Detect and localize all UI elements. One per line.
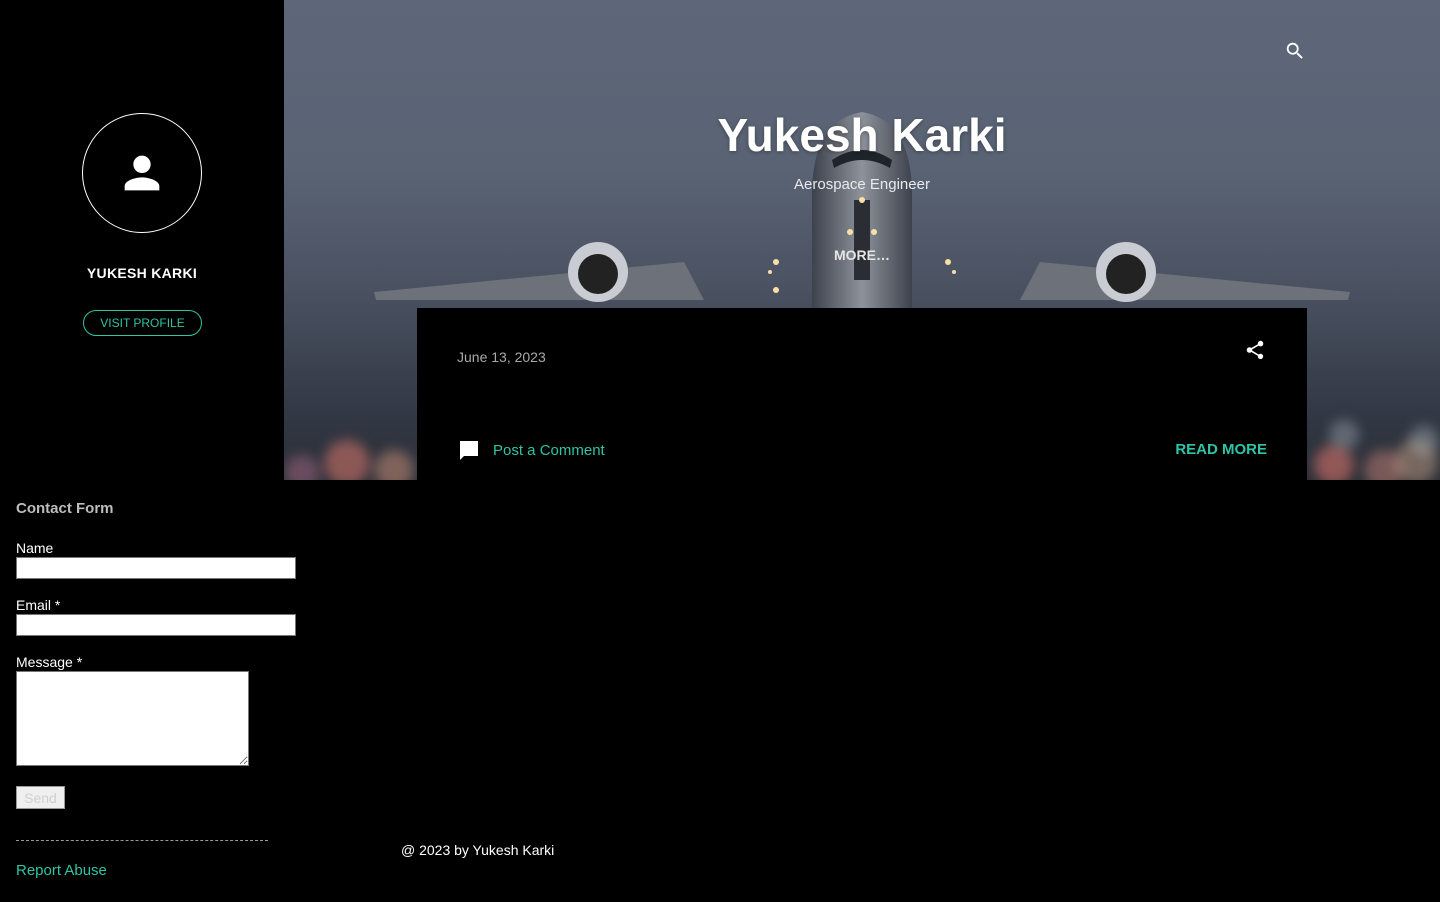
visit-profile-button[interactable]: VISIT PROFILE <box>83 310 202 336</box>
read-more-link[interactable]: READ MORE <box>1175 441 1267 458</box>
footer-text: @ 2023 by Yukesh Karki <box>401 842 555 858</box>
person-icon <box>124 155 160 191</box>
report-abuse-link[interactable]: Report Abuse <box>16 862 107 879</box>
share-icon[interactable] <box>1244 339 1266 361</box>
contact-form-title: Contact Form <box>16 500 114 517</box>
name-label: Name <box>16 540 54 556</box>
avatar[interactable] <box>82 113 202 233</box>
comment-icon <box>460 441 478 460</box>
blog-subtitle: Aerospace Engineer <box>794 176 930 193</box>
email-field[interactable] <box>16 614 296 636</box>
profile-name: YUKESH KARKI <box>86 265 198 281</box>
post-comment-link[interactable]: Post a Comment <box>457 438 605 462</box>
more-link[interactable]: MORE… <box>284 247 1440 263</box>
blog-title[interactable]: Yukesh Karki <box>284 108 1440 162</box>
search-icon[interactable] <box>1284 40 1306 62</box>
post-card: June 13, 2023 Post a Comment READ MORE <box>417 308 1307 480</box>
message-field[interactable] <box>16 671 249 766</box>
profile-sidebar: YUKESH KARKI VISIT PROFILE <box>0 0 284 480</box>
message-label: Message * <box>16 654 83 670</box>
post-date[interactable]: June 13, 2023 <box>457 349 546 365</box>
send-button[interactable]: Send <box>16 786 65 809</box>
email-label: Email * <box>16 597 61 613</box>
post-comment-label[interactable]: Post a Comment <box>493 442 605 459</box>
divider <box>16 840 268 841</box>
name-field[interactable] <box>16 557 296 579</box>
